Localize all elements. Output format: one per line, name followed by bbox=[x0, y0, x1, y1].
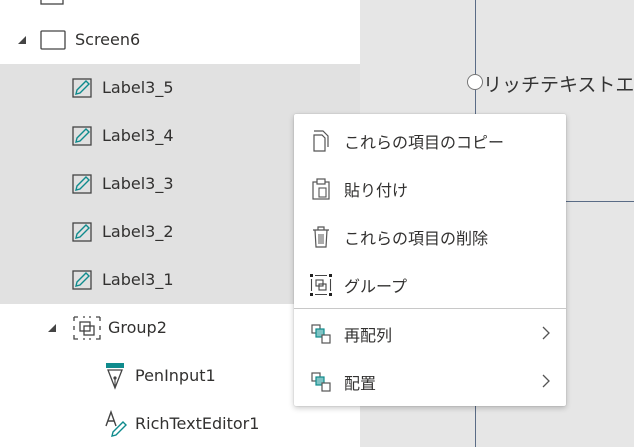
collapse-caret-icon[interactable] bbox=[16, 34, 28, 46]
menu-item-group[interactable]: グループ bbox=[294, 260, 566, 308]
tree-item-label: Label3_1 bbox=[102, 270, 174, 289]
resize-handle[interactable] bbox=[467, 74, 483, 90]
menu-item-reorder[interactable]: 再配列 bbox=[294, 309, 566, 357]
menu-item-delete[interactable]: これらの項目の削除 bbox=[294, 212, 566, 260]
menu-item-label: 再配列 bbox=[344, 326, 393, 345]
tree-row-label3-5[interactable]: Label3_5 bbox=[0, 64, 360, 112]
tree-item-label: PenInput1 bbox=[135, 366, 216, 385]
menu-item-align[interactable]: 配置 bbox=[294, 357, 566, 405]
label-edit-icon bbox=[72, 174, 92, 194]
menu-item-paste[interactable]: 貼り付け bbox=[294, 164, 566, 212]
menu-item-label: これらの項目の削除 bbox=[344, 229, 489, 248]
paste-icon bbox=[310, 178, 332, 200]
group-icon bbox=[310, 274, 332, 296]
group-icon bbox=[72, 315, 102, 341]
pen-input-icon bbox=[104, 362, 126, 390]
tree-item-label: Label3_5 bbox=[102, 78, 174, 97]
collapse-caret-icon[interactable] bbox=[46, 322, 58, 334]
rich-text-editor-icon bbox=[104, 410, 128, 438]
app-root: Screen6 Label3_5 Label3_4 Label3_3 Label… bbox=[0, 0, 634, 447]
tree-row-screen6[interactable]: Screen6 bbox=[0, 16, 360, 64]
menu-item-label: 配置 bbox=[344, 374, 377, 393]
tree-item-label: RichTextEditor1 bbox=[135, 414, 260, 433]
rich-text-preview: リッチテキストエ bbox=[483, 74, 634, 96]
screen-icon bbox=[40, 0, 64, 6]
chevron-right-icon bbox=[542, 374, 550, 388]
tree-item-label: Group2 bbox=[108, 318, 167, 337]
selection-guide-horizontal bbox=[566, 201, 634, 202]
menu-item-label: 貼り付け bbox=[344, 181, 409, 200]
menu-item-label: グループ bbox=[344, 277, 408, 296]
tree-item-label: Label3_4 bbox=[102, 126, 174, 145]
menu-item-copy[interactable]: これらの項目のコピー bbox=[294, 116, 566, 164]
screen-icon bbox=[40, 30, 66, 50]
delete-icon bbox=[310, 226, 332, 248]
tree-item-label: Label3_2 bbox=[102, 222, 174, 241]
reorder-icon bbox=[310, 323, 332, 345]
label-edit-icon bbox=[72, 222, 92, 242]
label-edit-icon bbox=[72, 78, 92, 98]
tree-row-richtexteditor1[interactable]: RichTextEditor1 bbox=[0, 400, 360, 447]
chevron-right-icon bbox=[542, 326, 550, 340]
tree-item-label: Screen6 bbox=[75, 30, 141, 49]
tree-item-label: Label3_3 bbox=[102, 174, 174, 193]
label-edit-icon bbox=[72, 126, 92, 146]
menu-item-label: これらの項目のコピー bbox=[344, 133, 505, 152]
align-icon bbox=[310, 371, 332, 393]
label-edit-icon bbox=[72, 270, 92, 290]
context-menu: これらの項目のコピー 貼り付け これらの項目の削除 グループ 再配列 配置 bbox=[294, 114, 566, 406]
copy-icon bbox=[310, 130, 332, 152]
